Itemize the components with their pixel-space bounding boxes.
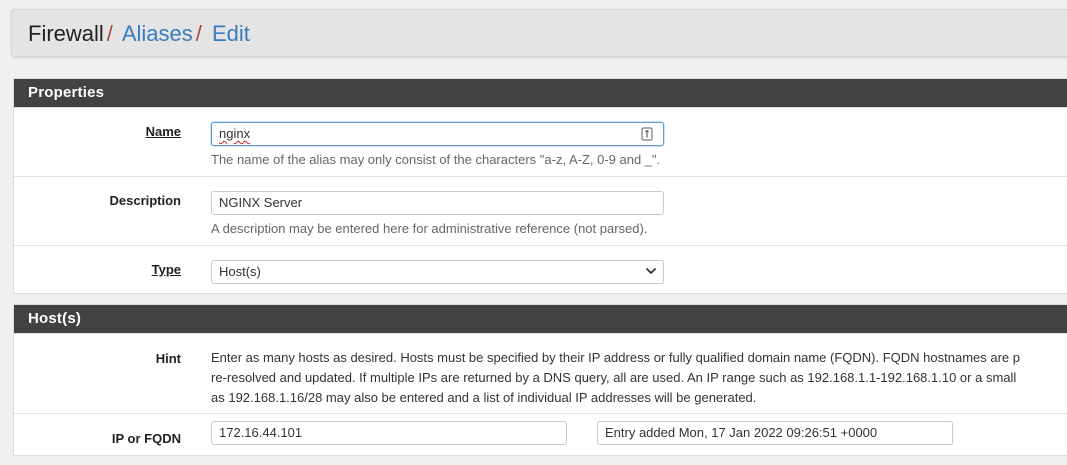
breadcrumb-separator: / bbox=[106, 21, 113, 46]
ip-fqdn-label: IP or FQDN bbox=[111, 431, 181, 446]
description-help-text: A description may be entered here for ad… bbox=[211, 221, 648, 236]
breadcrumb-edit-link[interactable]: Edit bbox=[212, 21, 250, 46]
password-manager-icon[interactable] bbox=[641, 127, 653, 141]
host-entry-row: IP or FQDN 172.16.44.101 Entry added Mon… bbox=[14, 413, 1067, 455]
name-label: Name bbox=[145, 124, 181, 139]
chevron-down-icon bbox=[646, 268, 656, 274]
hint-label: Hint bbox=[155, 351, 181, 366]
properties-panel: Properties Name nginx The name of the al… bbox=[13, 78, 1067, 294]
type-select-value: Host(s) bbox=[219, 264, 261, 279]
type-select[interactable]: Host(s) bbox=[211, 260, 664, 284]
type-label: Type bbox=[151, 262, 181, 277]
breadcrumb-firewall: Firewall bbox=[28, 21, 104, 46]
hint-line: re-resolved and updated. If multiple IPs… bbox=[211, 370, 1017, 385]
breadcrumb-bar: Firewall / Aliases / Edit bbox=[11, 9, 1067, 57]
description-input[interactable]: NGINX Server bbox=[211, 191, 664, 215]
name-row: Name nginx The name of the alias may onl… bbox=[14, 107, 1067, 176]
breadcrumb: Firewall / Aliases / Edit bbox=[28, 21, 250, 47]
description-input-value: NGINX Server bbox=[219, 195, 303, 210]
name-help-text: The name of the alias may only consist o… bbox=[211, 152, 661, 167]
hosts-heading: Host(s) bbox=[14, 305, 1067, 333]
entry-description-value: Entry added Mon, 17 Jan 2022 09:26:51 +0… bbox=[605, 425, 878, 440]
breadcrumb-separator: / bbox=[195, 21, 202, 46]
hint-row: Hint Enter as many hosts as desired. Hos… bbox=[14, 333, 1067, 413]
properties-heading: Properties bbox=[14, 79, 1067, 107]
hosts-panel: Host(s) Hint Enter as many hosts as desi… bbox=[13, 304, 1067, 456]
type-row: Type Host(s) bbox=[14, 245, 1067, 294]
description-row: Description NGINX Server A description m… bbox=[14, 176, 1067, 245]
hint-text: Enter as many hosts as desired. Hosts mu… bbox=[211, 348, 1067, 408]
ip-fqdn-input-value: 172.16.44.101 bbox=[219, 425, 303, 440]
ip-fqdn-input[interactable]: 172.16.44.101 bbox=[211, 421, 567, 445]
description-label: Description bbox=[109, 193, 181, 208]
breadcrumb-aliases-link[interactable]: Aliases bbox=[122, 21, 193, 46]
hint-line: Enter as many hosts as desired. Hosts mu… bbox=[211, 350, 1020, 365]
hint-line: as 192.168.1.16/28 may also be entered a… bbox=[211, 390, 757, 405]
name-input-value: nginx bbox=[219, 126, 251, 141]
name-input[interactable]: nginx bbox=[211, 122, 664, 146]
entry-description-input[interactable]: Entry added Mon, 17 Jan 2022 09:26:51 +0… bbox=[597, 421, 953, 445]
